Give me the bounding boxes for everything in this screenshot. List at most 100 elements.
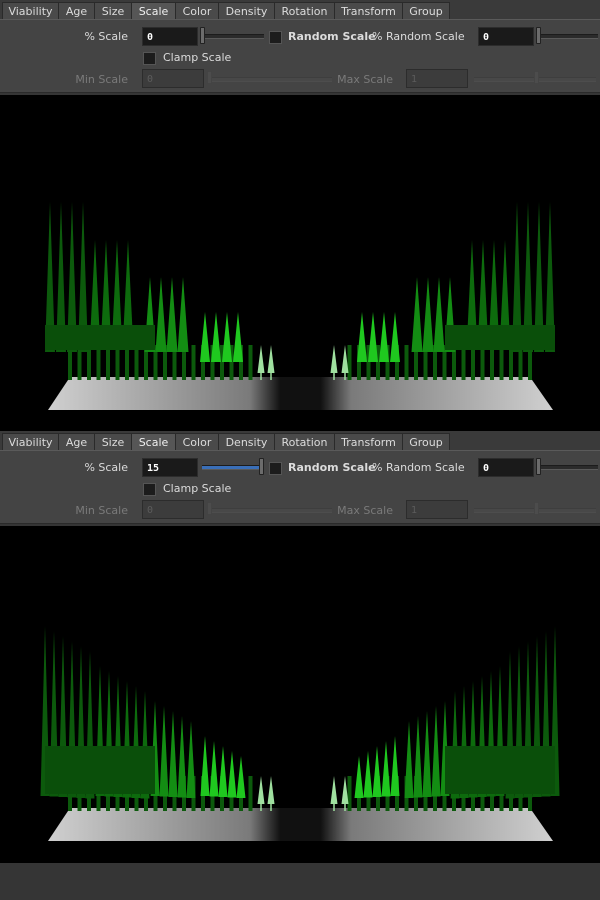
tree-left bbox=[200, 312, 210, 362]
random-scale-percent-label: % Random Scale bbox=[372, 461, 465, 474]
trunk bbox=[480, 345, 485, 380]
tab-color[interactable]: Color bbox=[175, 2, 219, 19]
random-scale-percent-field[interactable]: 0 bbox=[478, 458, 534, 477]
scale-percent-slider-track[interactable] bbox=[202, 465, 264, 470]
trunk bbox=[404, 345, 409, 380]
clamp-scale-checkbox[interactable] bbox=[143, 52, 156, 65]
tab-size[interactable]: Size bbox=[94, 433, 132, 450]
max-scale-field[interactable]: 1 bbox=[406, 500, 468, 519]
sapling bbox=[330, 776, 338, 804]
max-scale-slider-handle[interactable] bbox=[534, 502, 539, 515]
min-scale-slider-handle[interactable] bbox=[207, 71, 212, 84]
tree-left bbox=[209, 741, 219, 797]
min-scale-field[interactable]: 0 bbox=[142, 69, 204, 88]
scale-percent-label: % Scale bbox=[84, 461, 128, 474]
tab-transform[interactable]: Transform bbox=[334, 433, 403, 450]
random-scale-percent-slider-handle[interactable] bbox=[536, 27, 541, 44]
tree-right bbox=[390, 312, 400, 362]
tab-group[interactable]: Group bbox=[402, 433, 450, 450]
scale-editor-block-1: Viability Age Size Scale Color Density R… bbox=[0, 0, 600, 432]
tab-density[interactable]: Density bbox=[218, 2, 275, 19]
tree-right bbox=[372, 746, 382, 797]
tab-density[interactable]: Density bbox=[218, 433, 275, 450]
tab-size[interactable]: Size bbox=[94, 2, 132, 19]
trunk bbox=[248, 776, 253, 811]
tree-right bbox=[390, 736, 400, 796]
foliage-mass-left bbox=[45, 325, 155, 350]
trunk bbox=[106, 345, 110, 380]
foliage-mass-right bbox=[445, 746, 555, 794]
random-scale-label: Random Scale bbox=[288, 30, 376, 43]
random-scale-percent-slider-track[interactable] bbox=[538, 34, 598, 39]
tab-viability[interactable]: Viability bbox=[2, 433, 59, 450]
tab-viability[interactable]: Viability bbox=[2, 2, 59, 19]
tree-right bbox=[379, 312, 389, 362]
max-scale-label: Max Scale bbox=[337, 73, 393, 86]
scale-percent-field[interactable]: 15 bbox=[142, 458, 198, 477]
sapling bbox=[341, 776, 349, 804]
tab-scale[interactable]: Scale bbox=[131, 433, 176, 450]
min-scale-slider-handle[interactable] bbox=[207, 502, 212, 515]
viewport-scale-15[interactable] bbox=[0, 526, 600, 863]
scale-settings-panel: % Scale 0 Random Scale % Random Scale 0 … bbox=[0, 19, 600, 93]
clamp-scale-checkbox[interactable] bbox=[143, 483, 156, 496]
tree-left bbox=[200, 736, 210, 796]
ground-plane bbox=[48, 377, 553, 410]
random-scale-checkbox[interactable] bbox=[269, 462, 282, 475]
viewport-scale-0[interactable] bbox=[0, 95, 600, 432]
tree-left bbox=[222, 312, 232, 362]
tree-left bbox=[177, 277, 189, 352]
trunk bbox=[191, 345, 196, 380]
sapling bbox=[267, 345, 275, 373]
tree-left bbox=[236, 756, 246, 798]
scale-settings-panel: % Scale 15 Random Scale % Random Scale 0… bbox=[0, 450, 600, 524]
tab-group[interactable]: Group bbox=[402, 2, 450, 19]
scale-percent-slider-track[interactable] bbox=[202, 34, 264, 39]
tree-left bbox=[227, 751, 237, 798]
random-scale-checkbox[interactable] bbox=[269, 31, 282, 44]
sapling bbox=[257, 776, 265, 804]
tree-right bbox=[381, 741, 391, 797]
tab-transform[interactable]: Transform bbox=[334, 2, 403, 19]
tab-bar: Viability Age Size Scale Color Density R… bbox=[0, 431, 600, 450]
tree-left bbox=[166, 277, 178, 352]
min-scale-field[interactable]: 0 bbox=[142, 500, 204, 519]
tree-left bbox=[155, 277, 167, 352]
foliage-mass-right bbox=[445, 325, 555, 350]
foliage-mass-left bbox=[45, 746, 155, 794]
random-scale-percent-slider-track[interactable] bbox=[538, 465, 598, 470]
min-scale-label: Min Scale bbox=[75, 73, 128, 86]
tab-color[interactable]: Color bbox=[175, 433, 219, 450]
random-scale-percent-slider-handle[interactable] bbox=[536, 458, 541, 475]
trunk bbox=[115, 345, 120, 380]
tree-right bbox=[363, 751, 373, 798]
tab-age[interactable]: Age bbox=[58, 433, 95, 450]
clamp-scale-label: Clamp Scale bbox=[163, 51, 232, 64]
scale-percent-field[interactable]: 0 bbox=[142, 27, 198, 46]
tab-scale[interactable]: Scale bbox=[131, 2, 176, 19]
tree-right bbox=[433, 277, 445, 352]
trunk bbox=[347, 345, 352, 380]
max-scale-slider-handle[interactable] bbox=[534, 71, 539, 84]
tab-age[interactable]: Age bbox=[58, 2, 95, 19]
clamp-scale-label: Clamp Scale bbox=[163, 482, 232, 495]
scale-percent-slider-handle[interactable] bbox=[200, 27, 205, 44]
random-scale-percent-field[interactable]: 0 bbox=[478, 27, 534, 46]
tab-rotation[interactable]: Rotation bbox=[274, 2, 335, 19]
trunk bbox=[96, 345, 101, 380]
viewport-scene bbox=[45, 202, 555, 410]
trunk bbox=[248, 345, 253, 380]
tab-bar: Viability Age Size Scale Color Density R… bbox=[0, 0, 600, 19]
tree-right bbox=[422, 711, 432, 797]
trunk bbox=[471, 345, 475, 380]
scale-percent-slider-handle[interactable] bbox=[259, 458, 264, 475]
tree-right bbox=[357, 312, 367, 362]
tab-rotation[interactable]: Rotation bbox=[274, 433, 335, 450]
sapling bbox=[341, 345, 349, 373]
tree-right bbox=[431, 706, 441, 797]
tree-right bbox=[411, 277, 423, 352]
ground-plane bbox=[48, 808, 553, 841]
viewport-scene bbox=[40, 626, 560, 841]
max-scale-field[interactable]: 1 bbox=[406, 69, 468, 88]
scale-percent-slider-fill bbox=[202, 466, 264, 469]
